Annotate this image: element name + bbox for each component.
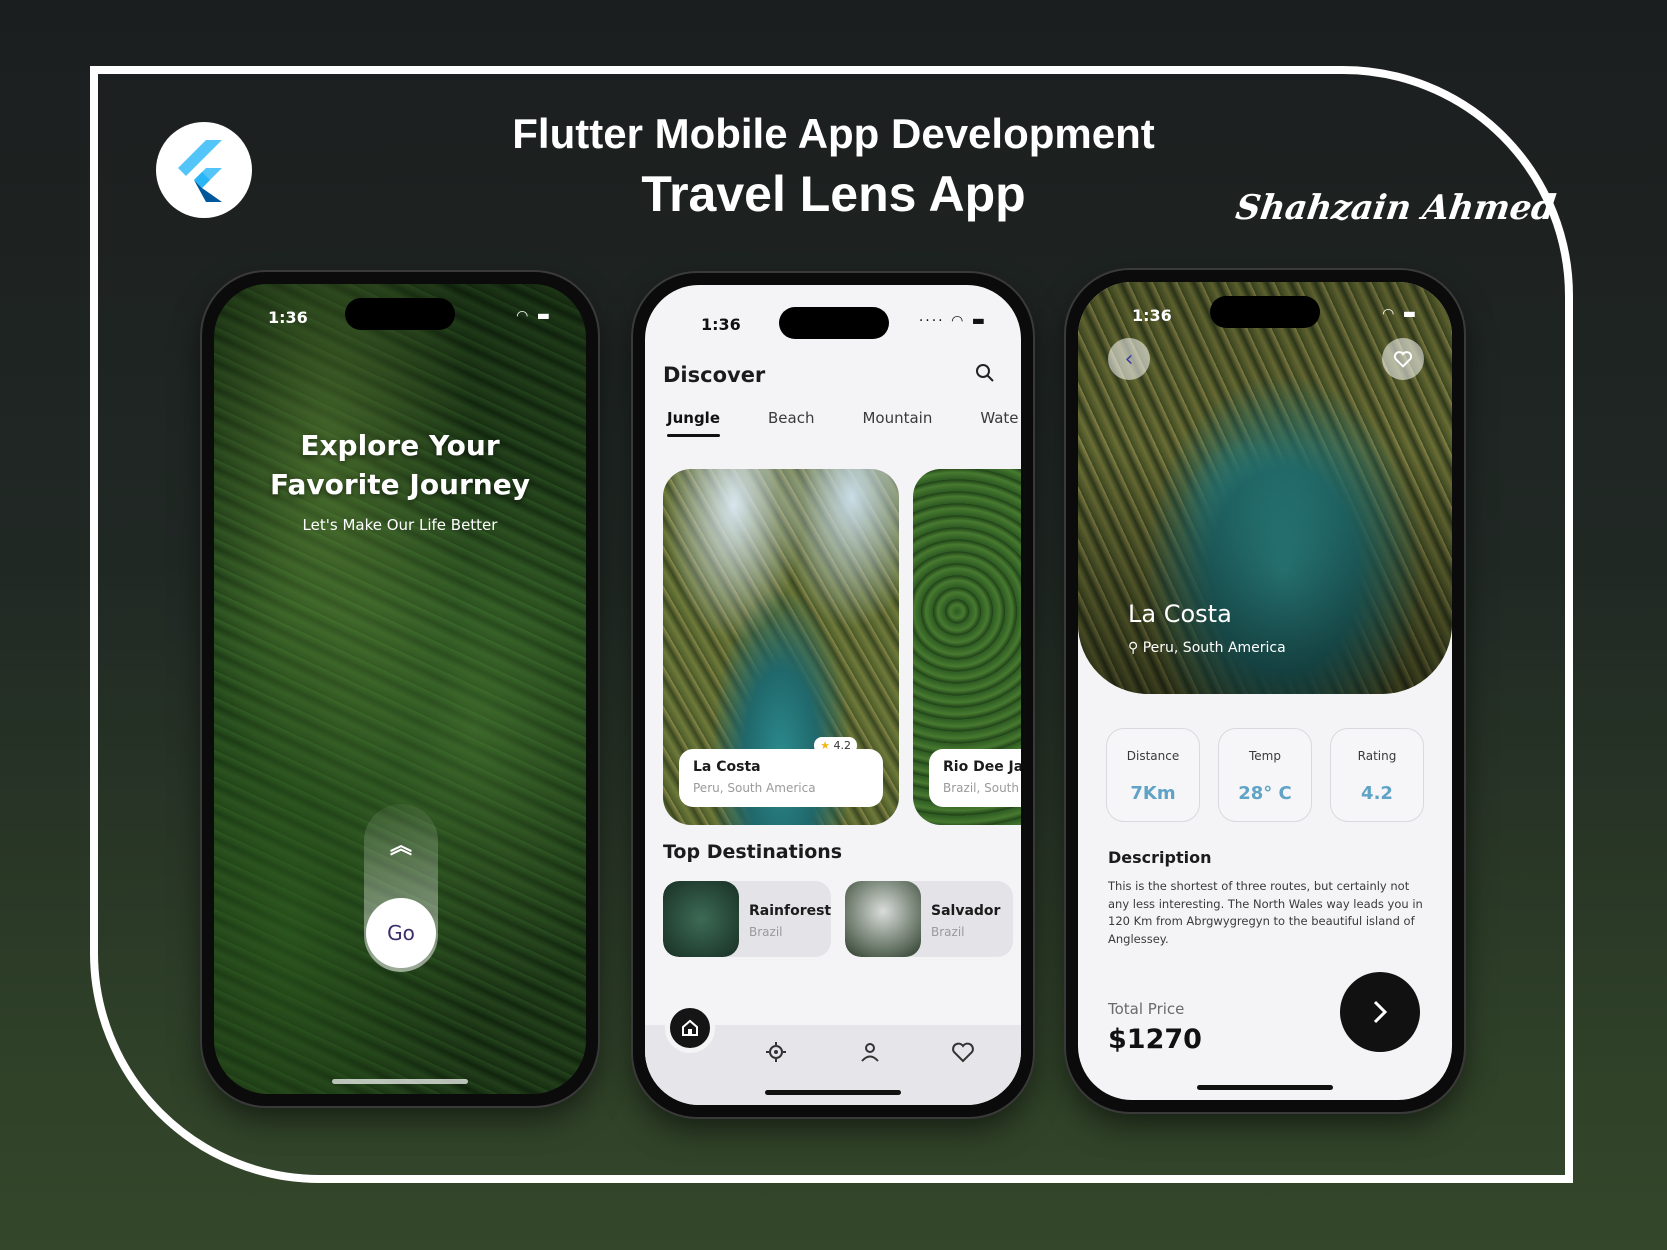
place-name: La Costa xyxy=(1128,600,1232,628)
stat-value: 28° C xyxy=(1238,783,1292,804)
tab-jungle[interactable]: Jungle xyxy=(667,409,720,437)
heart-icon xyxy=(1393,351,1413,368)
stat-value: 7Km xyxy=(1130,783,1176,804)
location-pin-icon: ⚲ xyxy=(1128,640,1143,656)
description-text: This is the shortest of three routes, bu… xyxy=(1108,879,1423,946)
description-title: Description xyxy=(1108,848,1212,867)
phone-onboarding: 1:36 ◠ ▬ Explore Your Favorite Journey L… xyxy=(202,272,598,1106)
home-icon[interactable] xyxy=(665,1003,715,1053)
home-indicator xyxy=(1197,1085,1333,1090)
destination-location: Brazil xyxy=(931,925,965,939)
place-location: Brazil, South xyxy=(943,781,1019,795)
dynamic-island xyxy=(345,298,455,330)
phone-details: La Costa ⚲ Peru, South America 1:36 ◠ ▬ … xyxy=(1066,270,1464,1112)
destination-item[interactable]: Rainforest Brazil xyxy=(663,881,831,957)
next-button[interactable] xyxy=(1340,972,1420,1052)
stat-label: Rating xyxy=(1357,749,1397,763)
chevron-right-icon xyxy=(1373,1000,1388,1024)
status-time: 1:36 xyxy=(268,308,308,327)
place-card[interactable]: ★ 4.2 La Costa Peru, South America xyxy=(663,469,899,825)
place-location-text: Peru, South America xyxy=(1142,640,1286,656)
destination-location: Brazil xyxy=(749,925,783,939)
price-value: $1270 xyxy=(1108,1024,1202,1055)
category-tabs: Jungle Beach Mountain Wate xyxy=(667,409,1021,437)
details-screen: La Costa ⚲ Peru, South America 1:36 ◠ ▬ … xyxy=(1078,282,1452,1100)
place-card-info: ★ 4.2 La Costa Peru, South America xyxy=(679,737,883,807)
swipe-track[interactable]: ︽ Go xyxy=(364,804,438,972)
place-location: ⚲ Peru, South America xyxy=(1128,640,1286,656)
hero-title-line2: Favorite Journey xyxy=(270,468,530,501)
stat-temp: Temp 28° C xyxy=(1218,728,1312,822)
destination-name: Rainforest xyxy=(749,903,831,919)
place-name: Rio Dee Ja xyxy=(943,759,1021,775)
battery-icon: ▬ xyxy=(536,308,552,324)
wifi-icon: ◠ xyxy=(1382,306,1397,322)
favorite-button[interactable] xyxy=(1382,338,1424,380)
signal-icon: ···· xyxy=(918,313,945,329)
status-icons: ···· ◠ ▬ xyxy=(919,313,987,329)
heart-icon[interactable] xyxy=(951,1041,975,1067)
hero-title-line1: Explore Your xyxy=(300,429,500,462)
tab-mountain[interactable]: Mountain xyxy=(862,409,932,427)
go-button[interactable]: Go xyxy=(366,898,436,968)
dynamic-island xyxy=(779,307,889,339)
status-icons: ◠ ▬ xyxy=(1382,306,1418,322)
stat-distance: Distance 7Km xyxy=(1106,728,1200,822)
dynamic-island xyxy=(1210,296,1320,328)
hero-title: Explore Your Favorite Journey xyxy=(214,426,586,504)
stat-rating: Rating 4.2 xyxy=(1330,728,1424,822)
background-image xyxy=(214,284,586,1094)
status-time: 1:36 xyxy=(701,315,741,334)
hero-subtitle: Let's Make Our Life Better xyxy=(302,516,498,534)
place-card[interactable]: Rio Dee Ja Brazil, South xyxy=(913,469,1021,825)
back-button[interactable]: ‹ xyxy=(1108,338,1150,380)
place-location: Peru, South America xyxy=(693,781,816,795)
destination-item[interactable]: Salvador Brazil xyxy=(845,881,1013,957)
stat-label: Temp xyxy=(1249,749,1281,763)
page-title: Flutter Mobile App Development xyxy=(512,110,1155,157)
discover-screen: 1:36 ···· ◠ ▬ Discover Jungle Beach Moun… xyxy=(645,285,1021,1105)
author-signature: Shahzain Ahmed xyxy=(1233,188,1559,228)
place-card-info: Rio Dee Ja Brazil, South xyxy=(929,749,1021,807)
tab-water[interactable]: Wate xyxy=(980,409,1018,427)
chevron-left-icon: ‹ xyxy=(1124,346,1134,372)
home-indicator xyxy=(765,1090,901,1095)
wifi-icon: ◠ xyxy=(951,313,966,329)
phone-discover: 1:36 ···· ◠ ▬ Discover Jungle Beach Moun… xyxy=(633,273,1033,1117)
star-icon: ★ xyxy=(820,739,830,752)
location-icon[interactable] xyxy=(765,1041,787,1067)
destination-thumbnail xyxy=(663,881,739,957)
status-time: 1:36 xyxy=(1132,306,1172,325)
wifi-icon: ◠ xyxy=(516,308,531,324)
search-icon[interactable] xyxy=(975,363,995,387)
onboarding-screen: 1:36 ◠ ▬ Explore Your Favorite Journey L… xyxy=(214,284,586,1094)
battery-icon: ▬ xyxy=(1402,306,1418,322)
profile-icon[interactable] xyxy=(859,1041,881,1067)
rating-badge: ★ 4.2 xyxy=(814,737,857,754)
screen-title: Discover xyxy=(663,363,766,387)
tab-beach[interactable]: Beach xyxy=(768,409,814,427)
place-name: La Costa xyxy=(693,759,761,775)
double-chevron-up-icon: ︽ xyxy=(389,834,412,859)
status-icons: ◠ ▬ xyxy=(516,308,552,324)
section-title: Top Destinations xyxy=(663,841,843,863)
price-label: Total Price xyxy=(1108,1000,1185,1018)
destination-thumbnail xyxy=(845,881,921,957)
stat-label: Distance xyxy=(1126,749,1180,763)
stat-value: 4.2 xyxy=(1361,783,1393,804)
home-indicator xyxy=(332,1079,468,1084)
battery-icon: ▬ xyxy=(971,313,987,329)
destination-name: Salvador xyxy=(931,903,1001,919)
rating-value: 4.2 xyxy=(833,739,852,752)
